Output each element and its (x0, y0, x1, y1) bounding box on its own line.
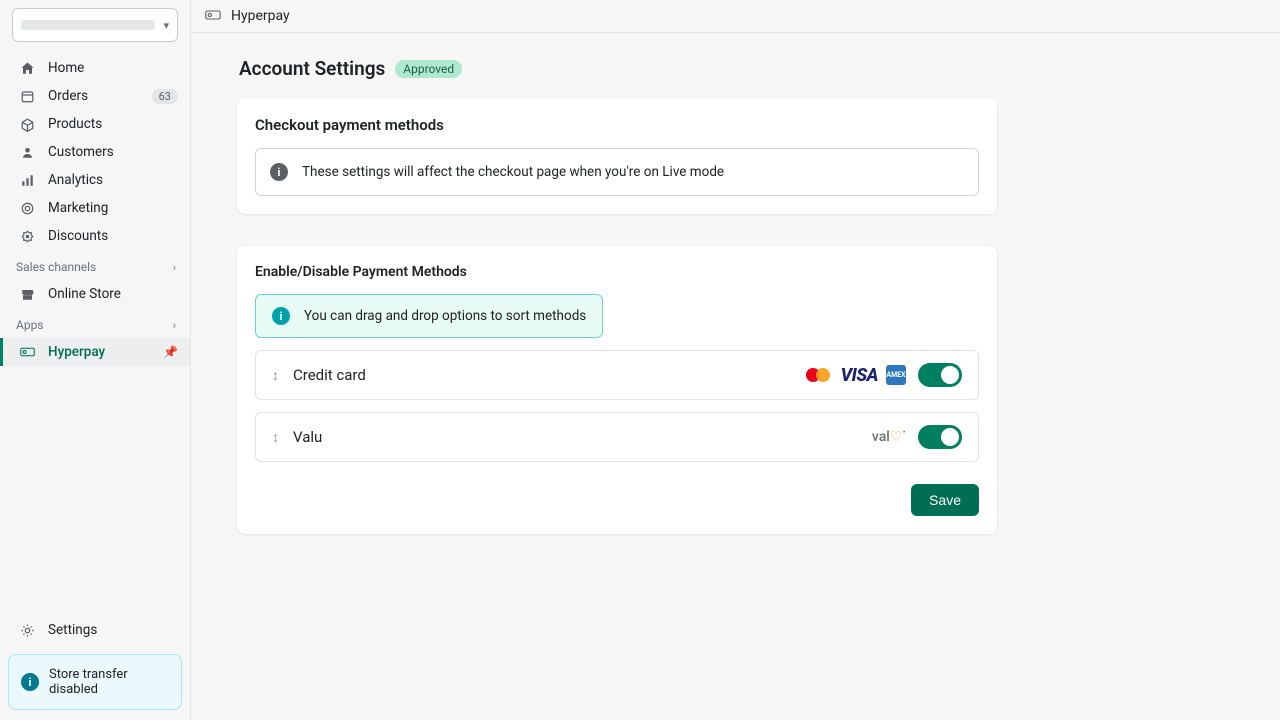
hyperpay-icon (205, 10, 221, 22)
nav-orders[interactable]: Orders 63 (0, 82, 190, 110)
hint-text: You can drag and drop options to sort me… (304, 308, 586, 324)
products-icon (18, 117, 36, 132)
pin-icon[interactable]: 📌 (163, 345, 178, 359)
mastercard-icon (803, 365, 833, 385)
nav-marketing[interactable]: Marketing (0, 194, 190, 222)
method-name: Credit card (293, 366, 366, 384)
section-label: Apps (16, 318, 44, 332)
chevron-down-icon: ▾ (163, 19, 169, 32)
nav-products[interactable]: Products (0, 110, 190, 138)
topbar-title: Hyperpay (231, 8, 290, 24)
info-icon: i (272, 307, 290, 325)
page-header: Account Settings Approved (239, 57, 1234, 80)
enable-methods-card: Enable/Disable Payment Methods i You can… (237, 246, 997, 534)
amex-icon: AMEX (886, 365, 906, 385)
sales-channels-header[interactable]: Sales channels › (0, 250, 190, 280)
topbar: Hyperpay (191, 0, 1280, 33)
gear-icon (18, 623, 36, 638)
nav-label: Analytics (48, 172, 103, 188)
payment-method-row[interactable]: ↕ Credit card VISA AMEX (255, 350, 979, 400)
customers-icon (18, 145, 36, 160)
main: Hyperpay Account Settings Approved Check… (191, 0, 1280, 720)
store-selector-placeholder (21, 20, 155, 30)
nav-label: Products (48, 116, 102, 132)
valu-icon: val♡˙ (872, 429, 906, 445)
nav-label: Hyperpay (48, 344, 105, 360)
brand-logos: VISA AMEX (803, 365, 906, 386)
brand-logos: val♡˙ (872, 429, 906, 445)
nav-app-hyperpay[interactable]: Hyperpay 📌 (0, 338, 190, 366)
marketing-icon (18, 201, 36, 216)
drag-handle-icon[interactable]: ↕ (272, 367, 279, 384)
nav-label: Online Store (48, 286, 121, 302)
discounts-icon (18, 229, 36, 244)
enable-toggle[interactable] (918, 425, 962, 449)
home-icon (18, 61, 36, 76)
orders-icon (18, 89, 36, 104)
analytics-icon (18, 173, 36, 188)
nav-settings[interactable]: Settings (0, 616, 190, 644)
store-selector[interactable]: ▾ (12, 8, 178, 42)
section-label: Sales channels (16, 260, 96, 274)
hint-banner: i You can drag and drop options to sort … (255, 294, 603, 338)
store-icon (18, 287, 36, 302)
enable-toggle[interactable] (918, 363, 962, 387)
nav-customers[interactable]: Customers (0, 138, 190, 166)
nav-online-store[interactable]: Online Store (0, 280, 190, 308)
primary-nav: Home Orders 63 Products Customers Analyt… (0, 54, 190, 250)
chevron-right-icon: › (173, 261, 176, 274)
nav-label: Settings (48, 622, 97, 638)
method-name: Valu (293, 428, 322, 446)
page-title: Account Settings (239, 57, 385, 80)
transfer-banner-text: Store transfer disabled (49, 667, 169, 697)
nav-discounts[interactable]: Discounts (0, 222, 190, 250)
drag-handle-icon[interactable]: ↕ (272, 429, 279, 446)
nav-label: Home (48, 60, 84, 76)
sidebar: ▾ Home Orders 63 Products Customers (0, 0, 191, 720)
save-button[interactable]: Save (911, 484, 979, 516)
hyperpay-icon (18, 347, 36, 357)
card-title: Checkout payment methods (255, 116, 979, 134)
nav-label: Discounts (48, 228, 108, 244)
checkout-methods-card: Checkout payment methods i These setting… (237, 98, 997, 214)
banner-text: These settings will affect the checkout … (302, 164, 724, 180)
chevron-right-icon: › (173, 319, 176, 332)
nav-label: Orders (48, 88, 88, 104)
transfer-banner: i Store transfer disabled (8, 654, 182, 710)
info-icon: i (21, 673, 39, 691)
card-title: Enable/Disable Payment Methods (255, 264, 979, 280)
info-icon: i (270, 163, 288, 181)
visa-icon: VISA (841, 365, 878, 386)
nav-home[interactable]: Home (0, 54, 190, 82)
apps-header[interactable]: Apps › (0, 308, 190, 338)
payment-method-row[interactable]: ↕ Valu val♡˙ (255, 412, 979, 462)
status-badge: Approved (395, 60, 462, 78)
orders-badge: 63 (152, 89, 178, 104)
info-banner: i These settings will affect the checkou… (255, 148, 979, 196)
nav-label: Marketing (48, 200, 108, 216)
nav-label: Customers (48, 144, 114, 160)
nav-analytics[interactable]: Analytics (0, 166, 190, 194)
